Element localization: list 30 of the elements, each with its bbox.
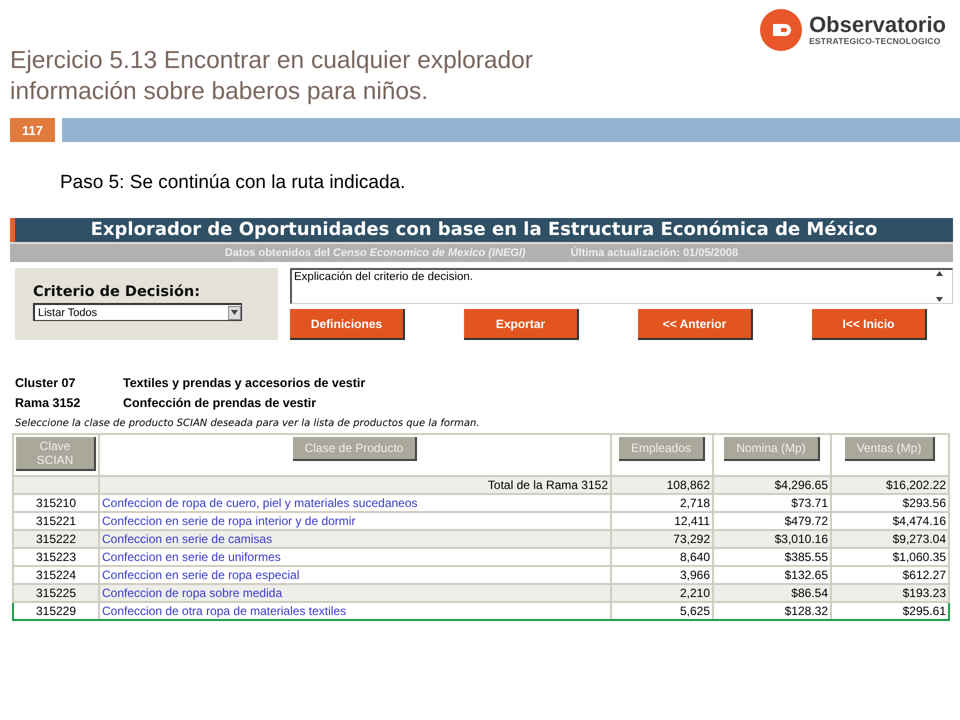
source-text: Datos obtenidos del Censo Economico de Mexico (INEGI) xyxy=(224,247,526,259)
logo-tagline: ESTRATEGICO-TECNOLOGICO xyxy=(809,36,942,46)
table-cell: 5,625 xyxy=(611,602,713,620)
action-button[interactable]: Exportar xyxy=(464,309,579,340)
step-text: Paso 5: Se continúa con la ruta indicada. xyxy=(60,172,406,193)
table-cell: $128.32 xyxy=(713,602,831,620)
caret-down-icon xyxy=(936,297,943,302)
criterion-select[interactable]: Listar Todos xyxy=(33,303,242,321)
info-value: Confección de prendas de vestir xyxy=(123,396,316,410)
info-label: Rama 3152 xyxy=(15,396,82,410)
info-label: Cluster 07 xyxy=(15,376,76,390)
slide-title: Ejercicio 5.13 Encontrar en cualquier explorador xyxy=(10,46,533,76)
update-date: Última actualización: 01/05/2008 xyxy=(570,247,738,259)
table-cell: 315229 xyxy=(13,602,99,620)
criterion-label: Criterio de Decisión: xyxy=(33,284,202,300)
instruction-text: Seleccione la clase de producto SCIAN deseada para ver la lista de productos que la forman. xyxy=(14,418,480,429)
slide-title: información sobre baberos para niños. xyxy=(10,77,430,107)
caret-down-icon xyxy=(231,310,238,315)
caret-up-icon xyxy=(936,271,943,276)
action-button[interactable]: << Anterior xyxy=(638,309,753,340)
explanation-box[interactable]: Explicación del criterio de decision. xyxy=(290,268,953,304)
page-number: 117 xyxy=(10,118,55,142)
logo-icon xyxy=(759,8,804,52)
action-button[interactable]: Definiciones xyxy=(290,309,405,340)
logo-name: Observatorio xyxy=(809,14,946,36)
product-link[interactable]: Confeccion de otra ropa de materiales textiles xyxy=(99,602,611,620)
info-value: Textiles y prendas y accesorios de vestir xyxy=(123,376,366,390)
action-button[interactable]: I<< Inicio xyxy=(812,309,927,340)
app-header: Explorador de Oportunidades con base en la Estructura Económica de México xyxy=(10,218,953,242)
table-cell: $295.61 xyxy=(831,602,949,620)
